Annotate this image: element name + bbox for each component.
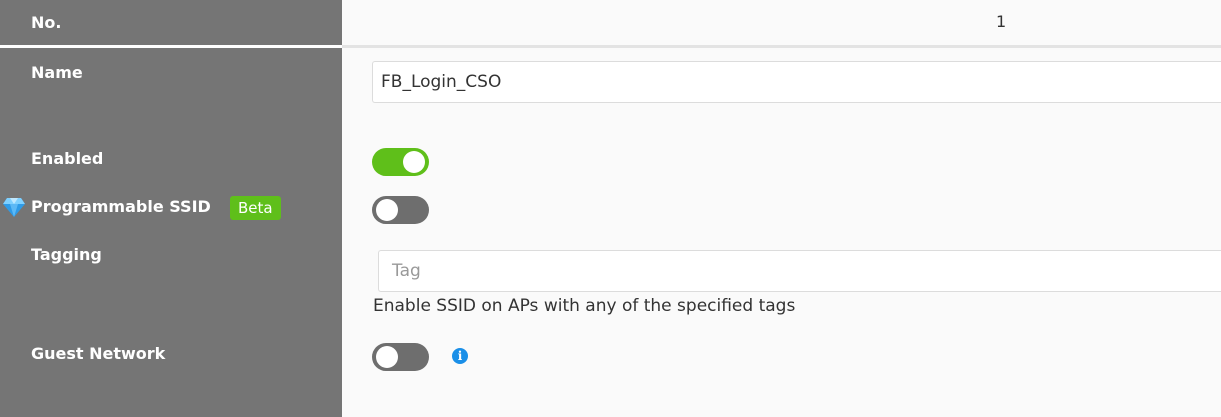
info-icon[interactable]: i <box>452 348 468 364</box>
tag-input[interactable]: Tag <box>378 250 1221 292</box>
name-label: Name <box>31 63 83 82</box>
guest-network-label: Guest Network <box>31 344 166 363</box>
programmable-ssid-label: Programmable SSID <box>31 197 211 216</box>
enabled-label: Enabled <box>31 149 104 168</box>
gem-icon <box>3 198 25 217</box>
toggle-knob <box>376 199 398 221</box>
toggle-knob <box>403 151 425 173</box>
tagging-label: Tagging <box>31 245 102 264</box>
header-separator <box>0 45 342 48</box>
beta-badge: Beta <box>230 196 281 220</box>
enabled-toggle[interactable] <box>372 148 429 176</box>
tag-hint: Enable SSID on APs with any of the speci… <box>373 296 796 316</box>
no-label: No. <box>31 13 62 32</box>
name-input[interactable]: FB_Login_CSO <box>372 61 1221 103</box>
programmable-ssid-toggle[interactable] <box>372 196 429 224</box>
label-column: No. Name Enabled Programmable SSID Beta … <box>0 0 342 417</box>
guest-network-toggle[interactable] <box>372 343 429 371</box>
toggle-knob <box>376 346 398 368</box>
no-value: 1 <box>996 12 1007 31</box>
header-separator-right <box>342 45 1221 48</box>
